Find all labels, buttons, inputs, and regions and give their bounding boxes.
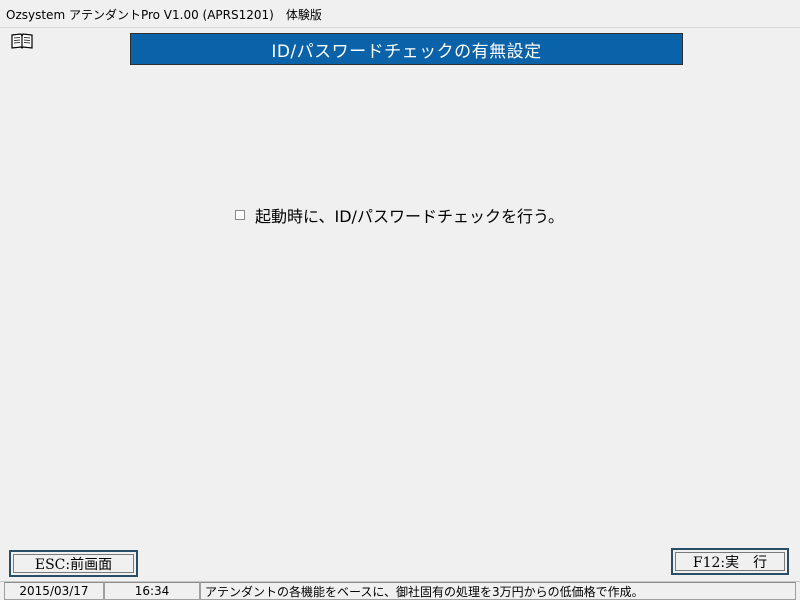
page-title-banner: ID/パスワードチェックの有無設定 — [130, 33, 683, 65]
esc-button-label: ESC:前画面 — [34, 556, 113, 573]
app-window: Ozsystem アテンダントPro V1.00 (APRS1201) 体験版 … — [0, 0, 800, 600]
page-title: ID/パスワードチェックの有無設定 — [271, 41, 542, 62]
status-bar: 2015/03/17 16:34 アテンダントの各機能をベースに、御社固有の処理… — [0, 581, 800, 600]
id-password-check-label: 起動時に、ID/パスワードチェックを行う。 — [255, 207, 564, 226]
esc-back-button[interactable]: ESC:前画面 — [9, 550, 138, 577]
status-time: 16:34 — [104, 582, 200, 600]
title-bar: Ozsystem アテンダントPro V1.00 (APRS1201) 体験版 — [0, 0, 800, 28]
f12-button-label: F12:実 行 — [692, 554, 768, 571]
status-message: アテンダントの各機能をベースに、御社固有の処理を3万円からの低価格で作成。 — [200, 582, 796, 600]
id-password-check-checkbox[interactable] — [235, 210, 245, 220]
status-date: 2015/03/17 — [4, 582, 104, 600]
id-password-check-option[interactable]: 起動時に、ID/パスワードチェックを行う。 — [235, 203, 564, 227]
window-title: Ozsystem アテンダントPro V1.00 (APRS1201) 体験版 — [6, 8, 322, 22]
book-icon[interactable] — [10, 32, 34, 50]
f12-execute-button[interactable]: F12:実 行 — [671, 548, 789, 575]
